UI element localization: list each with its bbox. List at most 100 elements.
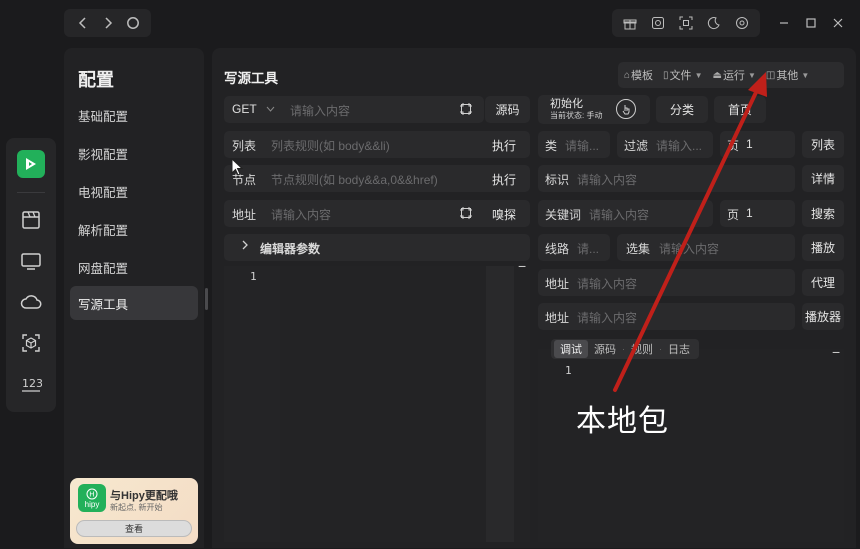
editor-scrollbar[interactable] xyxy=(486,266,514,542)
address1-label: 地址 xyxy=(545,275,569,292)
expand-icon[interactable] xyxy=(460,207,472,219)
address1-input[interactable]: 请输入内容 xyxy=(577,275,637,292)
film-icon[interactable] xyxy=(16,205,46,235)
episode-label: 选集 xyxy=(626,240,650,257)
node-rule-input[interactable]: 节点规则(如 body&&a,0&&href) xyxy=(271,171,438,188)
menu-run[interactable]: ⏏ 运行 ▼ xyxy=(712,67,755,83)
expand-icon[interactable] xyxy=(460,103,472,115)
close-icon[interactable] xyxy=(827,12,849,34)
hipy-logo-icon: H hipy xyxy=(78,484,106,512)
collapse-editor-icon[interactable]: − xyxy=(518,258,526,274)
sidebar-item-parse[interactable]: 解析配置 xyxy=(70,212,198,246)
tab-log[interactable]: 日志 xyxy=(662,340,696,358)
init-button[interactable]: 初始化 当前状态: 手动 xyxy=(538,95,650,124)
sidebar-item-label: 解析配置 xyxy=(78,223,129,238)
button-label: 播放器 xyxy=(804,310,841,324)
settings-sidebar: 配置 基础配置 影视配置 电视配置 解析配置 网盘配置 写源工具 H hipy … xyxy=(64,48,204,548)
editor-params-label: 编辑器参数 xyxy=(260,240,320,257)
sidebar-item-basic[interactable]: 基础配置 xyxy=(70,98,198,132)
menu-template[interactable]: ⌂ 模板 xyxy=(624,67,653,83)
address-input[interactable]: 请输入内容 xyxy=(271,206,331,223)
sniff-button[interactable]: 嗅探 xyxy=(492,206,516,223)
minimize-icon[interactable] xyxy=(773,12,795,34)
page2-label: 页 xyxy=(727,206,739,223)
chevron-right-icon xyxy=(242,240,249,250)
id-input[interactable]: 请输入内容 xyxy=(577,171,637,188)
filter-label: 过滤 xyxy=(624,137,648,154)
detail-button[interactable]: 详情 xyxy=(802,165,844,192)
source-code-button[interactable]: 源码 xyxy=(485,96,530,123)
category-button[interactable]: 分类 xyxy=(656,96,708,123)
collapse-console-icon[interactable]: − xyxy=(832,344,840,360)
filter-input[interactable]: 请输入... xyxy=(656,137,702,154)
sidebar-item-netdisk[interactable]: 网盘配置 xyxy=(70,250,198,284)
page-input[interactable]: 1 xyxy=(746,137,753,151)
debug-console[interactable] xyxy=(538,349,844,542)
settings-icon[interactable] xyxy=(732,13,752,33)
maximize-icon[interactable] xyxy=(800,12,822,34)
field-placeholder: 节点规则(如 body&&a,0&&href) xyxy=(271,173,438,187)
hipy-promo-card[interactable]: H hipy 与Hipy更配哦 新起点, 新开始 查看 xyxy=(70,478,198,544)
sidebar-item-label: 写源工具 xyxy=(78,297,129,312)
sidebar-resize-handle[interactable] xyxy=(205,288,208,310)
chevron-down-icon: ▼ xyxy=(694,70,703,80)
episode-input[interactable]: 请输入内容 xyxy=(659,240,719,257)
page-label: 页 xyxy=(727,137,739,154)
page2-input[interactable]: 1 xyxy=(746,206,753,220)
url-input[interactable]: 请输入内容 xyxy=(290,102,350,119)
field-placeholder: 请输入内容 xyxy=(659,242,720,256)
button-label: 执行 xyxy=(492,173,517,187)
tv-icon[interactable] xyxy=(16,246,46,276)
sidebar-item-tv[interactable]: 电视配置 xyxy=(70,174,198,208)
numbers-icon[interactable]: 123 xyxy=(16,369,46,399)
method-select[interactable]: GET xyxy=(232,102,275,116)
keyword-input[interactable]: 请输入内容 xyxy=(589,206,649,223)
forward-icon[interactable] xyxy=(99,14,117,32)
address2-input[interactable]: 请输入内容 xyxy=(577,309,637,326)
button-label: 列表 xyxy=(810,138,835,152)
app-logo-icon[interactable] xyxy=(17,150,45,178)
sidebar-title: 配置 xyxy=(78,70,114,90)
window-controls xyxy=(770,9,852,37)
id-label: 标识 xyxy=(545,171,569,188)
tab-rules[interactable]: 规则 xyxy=(625,340,659,358)
address-label: 地址 xyxy=(232,206,256,223)
promo-view-button[interactable]: 查看 xyxy=(76,520,192,537)
button-label: 详情 xyxy=(810,172,835,186)
field-placeholder: 请输入内容 xyxy=(577,277,638,291)
cloud-icon[interactable] xyxy=(16,287,46,317)
node-execute-button[interactable]: 执行 xyxy=(492,171,516,188)
menu-other[interactable]: ◫ 其他 ▼ xyxy=(766,67,809,83)
chevron-down-icon xyxy=(266,106,275,112)
player-button[interactable]: 播放器 xyxy=(802,303,844,330)
back-icon[interactable] xyxy=(74,14,92,32)
list-execute-button[interactable]: 执行 xyxy=(492,137,516,154)
list-rule-input[interactable]: 列表规则(如 body&&li) xyxy=(271,137,390,154)
route-input[interactable]: 请... xyxy=(577,240,599,257)
tab-source[interactable]: 源码 xyxy=(588,340,622,358)
home-button[interactable]: 首页 xyxy=(714,96,766,123)
sidebar-item-video[interactable]: 影视配置 xyxy=(70,136,198,170)
play-button[interactable]: 播放 xyxy=(802,234,844,261)
search-button[interactable]: 搜索 xyxy=(802,200,844,227)
template-icon: ⌂ xyxy=(624,69,631,81)
menu-file[interactable]: ▯ 文件 ▼ xyxy=(663,67,702,83)
refresh-icon[interactable] xyxy=(124,14,142,32)
moon-icon[interactable] xyxy=(704,13,724,33)
list-button[interactable]: 列表 xyxy=(802,131,844,158)
cube-scan-icon[interactable] xyxy=(16,328,46,358)
button-label: 分类 xyxy=(669,103,694,117)
manual-toggle-icon[interactable] xyxy=(616,99,636,119)
class-input[interactable]: 请输... xyxy=(565,137,599,154)
code-editor[interactable]: 1 xyxy=(224,266,530,542)
proxy-button[interactable]: 代理 xyxy=(802,269,844,296)
camera-icon[interactable] xyxy=(648,13,668,33)
sidebar-item-source-tool[interactable]: 写源工具 xyxy=(70,286,198,320)
console-tabs: 调试 源码 · 规则 · 日志 xyxy=(551,339,699,359)
menu-label: 文件 xyxy=(669,70,692,82)
gift-icon[interactable] xyxy=(620,13,640,33)
field-placeholder: 请输... xyxy=(565,139,600,153)
tab-debug[interactable]: 调试 xyxy=(554,340,588,358)
field-label: 列表 xyxy=(232,139,257,153)
scan-icon[interactable] xyxy=(676,13,696,33)
